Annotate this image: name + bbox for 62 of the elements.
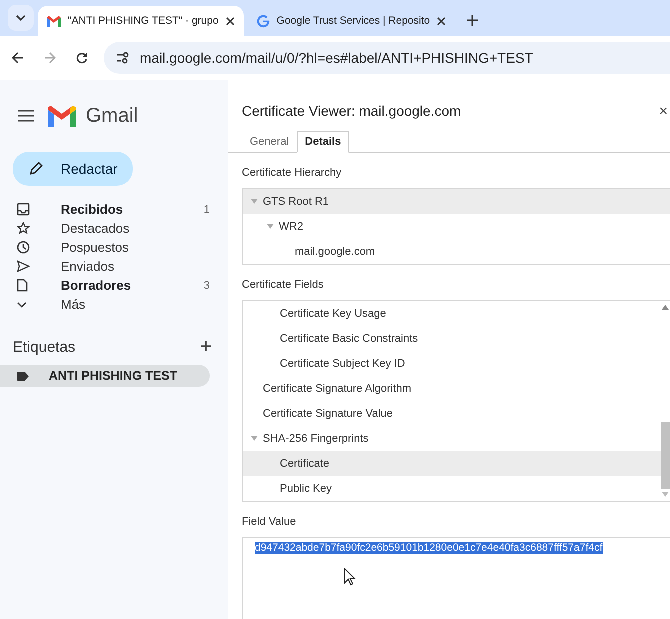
- gmail-logo-icon: [47, 16, 61, 26]
- close-button[interactable]: ×: [659, 102, 668, 120]
- scroll-up-icon[interactable]: [662, 305, 669, 310]
- add-label-button[interactable]: +: [200, 336, 212, 359]
- dialog-title: Certificate Viewer: mail.google.com: [242, 103, 462, 119]
- gmail-logo-icon: [48, 106, 76, 126]
- inbox-icon: [17, 203, 30, 216]
- section-heading: Certificate Fields: [242, 279, 325, 292]
- label-item[interactable]: ANTI PHISHING TEST: [0, 365, 210, 387]
- send-icon: [17, 260, 30, 273]
- tree-row[interactable]: SHA-256 Fingerprints: [243, 426, 661, 451]
- tree-row[interactable]: Certificate Basic Constraints: [243, 326, 661, 351]
- chevron-down-icon: [16, 15, 26, 21]
- tab-title: "ANTI PHISHING TEST" - grupo: [68, 15, 219, 27]
- field-value-box[interactable]: d947432abde7b7fa90fc2e6b59101b1280e0e1c7e4e40fa3c6887fff57a7f4cf: [242, 537, 670, 619]
- menu-icon[interactable]: [18, 110, 34, 122]
- folder-item[interactable]: Borradores 3: [0, 276, 228, 295]
- tree-row[interactable]: Certificate Signature Algorithm: [243, 376, 661, 401]
- chevron-down-icon: [17, 302, 27, 308]
- folder-item[interactable]: Más: [0, 295, 228, 314]
- tree-row[interactable]: WR2: [243, 214, 670, 239]
- tree-row[interactable]: Public Key: [243, 476, 661, 501]
- close-icon[interactable]: [437, 16, 446, 26]
- tab-title: Google Trust Services | Reposito: [276, 15, 430, 27]
- browser-tab[interactable]: "ANTI PHISHING TEST" - grupo: [38, 6, 244, 36]
- app-name: Gmail: [86, 104, 138, 128]
- tab-search-button[interactable]: [8, 5, 34, 31]
- reload-icon[interactable]: [76, 52, 88, 64]
- tree-row[interactable]: mail.google.com: [243, 239, 670, 264]
- tree-row[interactable]: Certificate Signature Value: [243, 401, 661, 426]
- compose-button[interactable]: Redactar: [13, 152, 133, 186]
- star-icon: [17, 222, 30, 235]
- address-bar[interactable]: mail.google.com/mail/u/0/?hl=es#label/ANTI+PHISHING+TEST: [104, 42, 670, 74]
- clock-icon: [17, 241, 30, 254]
- unread-count: 3: [204, 280, 210, 292]
- label-tag-icon: [17, 372, 29, 380]
- document-icon: [17, 279, 28, 292]
- tree-row[interactable]: Certificate Key Usage: [243, 301, 661, 326]
- field-value-text: d947432abde7b7fa90fc2e6b59101b1280e0e1c7e4e40fa3c6887fff57a7f4cf: [255, 542, 603, 554]
- folder-item[interactable]: Pospuestos: [0, 238, 228, 257]
- browser-tab[interactable]: Google Trust Services | Reposito: [248, 6, 456, 36]
- dialog-tab[interactable]: General: [242, 131, 298, 153]
- dialog-tab[interactable]: Details: [297, 131, 350, 153]
- close-icon[interactable]: [226, 16, 235, 26]
- section-heading: Certificate Hierarchy: [242, 167, 343, 180]
- folder-item[interactable]: Recibidos 1: [0, 200, 228, 219]
- pencil-icon: [29, 162, 43, 176]
- url-text: mail.google.com/mail/u/0/?hl=es#label/ANTI+PHISHING+TEST: [140, 50, 534, 66]
- new-tab-icon[interactable]: [467, 15, 478, 26]
- scrollbar-thumb[interactable]: [661, 422, 670, 489]
- tree-row[interactable]: Certificate Subject Key ID: [243, 351, 661, 376]
- folder-item[interactable]: Destacados: [0, 219, 228, 238]
- site-settings-icon[interactable]: [116, 52, 130, 64]
- labels-heading: Etiquetas: [13, 339, 76, 356]
- tree-row[interactable]: GTS Root R1: [243, 189, 670, 214]
- folder-item[interactable]: Enviados: [0, 257, 228, 276]
- back-arrow-icon[interactable]: [12, 52, 24, 64]
- section-heading: Field Value: [242, 516, 298, 529]
- unread-count: 1: [204, 204, 210, 216]
- tree-row[interactable]: Certificate: [243, 451, 661, 476]
- mouse-cursor-icon: [344, 568, 356, 586]
- google-logo-icon: [256, 14, 270, 28]
